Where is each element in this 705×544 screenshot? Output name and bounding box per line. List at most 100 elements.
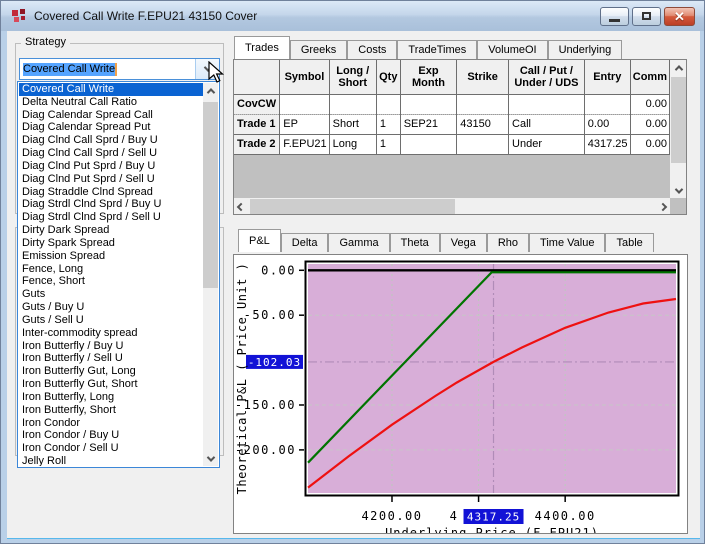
- strategy-option[interactable]: Diag Clnd Call Sprd / Buy U: [19, 134, 203, 147]
- svg-text:-50.00: -50.00: [244, 308, 296, 322]
- text-caret: [115, 63, 117, 76]
- strategy-dropdown-list[interactable]: Covered Call WriteDelta Neutral Call Rat…: [17, 81, 220, 468]
- grid-cell[interactable]: 1: [376, 134, 400, 154]
- tab-trades[interactable]: Trades: [234, 36, 290, 59]
- scroll-down-button[interactable]: [203, 451, 218, 466]
- grid-vscrollbar[interactable]: [670, 60, 687, 198]
- strategy-option[interactable]: Iron Butterfly Gut, Short: [19, 378, 203, 391]
- strategy-option[interactable]: Iron Condor / Buy U: [19, 429, 203, 442]
- app-window: Covered Call Write F.EPU21 43150 Cover ✕…: [0, 0, 705, 544]
- grid-scroll-up-button[interactable]: [670, 60, 687, 75]
- grid-cell[interactable]: [400, 134, 457, 154]
- trades-tabs: TradesGreeksCostsTradeTimesVolumeOIUnder…: [234, 36, 622, 59]
- tab-delta[interactable]: Delta: [281, 233, 329, 252]
- strategy-option[interactable]: Diag Calendar Spread Call: [19, 109, 203, 122]
- strategy-option[interactable]: Guts / Sell U: [19, 314, 203, 327]
- strategy-combobox[interactable]: Covered Call Write: [19, 58, 220, 80]
- strategy-option[interactable]: Dirty Spark Spread: [19, 237, 203, 250]
- strategy-option[interactable]: Diag Strdl Clnd Sprd / Buy U: [19, 198, 203, 211]
- grid-header-cell: Call / Put / Under / UDS: [509, 60, 585, 94]
- chevron-left-icon: [237, 203, 245, 211]
- strategy-option[interactable]: Iron Butterfly / Sell U: [19, 352, 203, 365]
- chevron-down-icon: [675, 185, 683, 193]
- strategy-option[interactable]: Diag Straddle Clnd Spread: [19, 186, 203, 199]
- grid-cell[interactable]: [280, 94, 329, 114]
- strategy-option[interactable]: Iron Condor / Sell U: [19, 442, 203, 455]
- grid-header-cell: Comm: [630, 60, 669, 94]
- tab-vega[interactable]: Vega: [440, 233, 487, 252]
- grid-cell[interactable]: SEP21: [400, 114, 457, 134]
- grid-cell[interactable]: [584, 94, 630, 114]
- chevron-right-icon: [659, 203, 667, 211]
- grid-cell[interactable]: F.EPU21: [280, 134, 329, 154]
- titlebar[interactable]: Covered Call Write F.EPU21 43150 Cover ✕: [1, 1, 704, 31]
- grid-cell[interactable]: [509, 94, 585, 114]
- tab-theta[interactable]: Theta: [390, 233, 440, 252]
- grid-cell[interactable]: 43150: [457, 114, 509, 134]
- close-button[interactable]: ✕: [664, 7, 695, 26]
- grid-cell[interactable]: 0.00: [630, 94, 669, 114]
- grid-cell[interactable]: [376, 94, 400, 114]
- strategy-option[interactable]: Iron Butterfly, Short: [19, 404, 203, 417]
- strategy-option[interactable]: Diag Clnd Put Sprd / Buy U: [19, 160, 203, 173]
- tab-costs[interactable]: Costs: [347, 40, 397, 59]
- strategy-option[interactable]: Guts / Buy U: [19, 301, 203, 314]
- strategy-option[interactable]: Dirty Dark Spread: [19, 224, 203, 237]
- grid-cell[interactable]: [457, 134, 509, 154]
- strategy-option[interactable]: Guts: [19, 288, 203, 301]
- tab-underlying[interactable]: Underlying: [548, 40, 623, 59]
- strategy-option[interactable]: Diag Clnd Call Sprd / Sell U: [19, 147, 203, 160]
- grid-cell[interactable]: [329, 94, 376, 114]
- strategy-option[interactable]: Covered Call Write: [19, 83, 203, 96]
- tab-volumeoi[interactable]: VolumeOI: [477, 40, 547, 59]
- strategy-option[interactable]: Fence, Long: [19, 263, 203, 276]
- grid-cell[interactable]: [400, 94, 457, 114]
- strategy-option[interactable]: Inter-commodity spread: [19, 327, 203, 340]
- strategy-option[interactable]: Diag Strdl Clnd Sprd / Sell U: [19, 211, 203, 224]
- tab-rho[interactable]: Rho: [487, 233, 529, 252]
- window-controls: ✕: [600, 7, 695, 26]
- grid-cell[interactable]: 4317.25: [584, 134, 630, 154]
- grid-cell[interactable]: 1: [376, 114, 400, 134]
- grid-hscrollbar-thumb[interactable]: [250, 199, 455, 215]
- grid-hscrollbar[interactable]: [234, 198, 670, 215]
- tab-p-l[interactable]: P&L: [238, 229, 281, 252]
- trades-grid-clip: SymbolLong / ShortQtyExp MonthStrikeCall…: [234, 60, 670, 198]
- strategy-option[interactable]: Fence, Short: [19, 275, 203, 288]
- tab-greeks[interactable]: Greeks: [290, 40, 347, 59]
- grid-cell[interactable]: Short: [329, 114, 376, 134]
- list-scrollbar-thumb[interactable]: [203, 102, 218, 288]
- tab-time-value[interactable]: Time Value: [529, 233, 605, 252]
- chart-tabs: P&LDeltaGammaThetaVegaRhoTime ValueTable: [238, 229, 654, 252]
- strategy-option[interactable]: Iron Condor: [19, 417, 203, 430]
- scroll-up-button[interactable]: [203, 83, 218, 98]
- strategy-option[interactable]: Emission Spread: [19, 250, 203, 263]
- tab-table[interactable]: Table: [605, 233, 653, 252]
- maximize-button[interactable]: [632, 7, 661, 26]
- grid-vscrollbar-thumb[interactable]: [671, 77, 687, 163]
- strategy-option[interactable]: Jelly Roll: [19, 455, 203, 466]
- strategy-option[interactable]: Delta Neutral Call Ratio: [19, 96, 203, 109]
- grid-cell[interactable]: EP: [280, 114, 329, 134]
- grid-cell[interactable]: 0.00: [584, 114, 630, 134]
- tab-gamma[interactable]: Gamma: [328, 233, 389, 252]
- strategy-option[interactable]: Iron Butterfly / Buy U: [19, 340, 203, 353]
- grid-scroll-down-button[interactable]: [670, 183, 687, 198]
- grid-scroll-left-button[interactable]: [234, 198, 248, 215]
- grid-scroll-right-button[interactable]: [656, 198, 670, 215]
- grid-cell[interactable]: Long: [329, 134, 376, 154]
- strategy-option[interactable]: Diag Calendar Spread Put: [19, 121, 203, 134]
- strategy-option[interactable]: Diag Clnd Put Sprd / Sell U: [19, 173, 203, 186]
- strategy-option[interactable]: Iron Butterfly, Long: [19, 391, 203, 404]
- minimize-button[interactable]: [600, 7, 629, 26]
- list-scrollbar[interactable]: [203, 83, 218, 466]
- svg-text:Underlying Price (F.EPU21): Underlying Price (F.EPU21): [385, 526, 599, 533]
- grid-cell[interactable]: 0.00: [630, 134, 669, 154]
- grid-cell[interactable]: Under: [509, 134, 585, 154]
- grid-cell[interactable]: [457, 94, 509, 114]
- strategy-option[interactable]: Iron Butterfly Gut, Long: [19, 365, 203, 378]
- grid-cell[interactable]: 0.00: [630, 114, 669, 134]
- grid-cell[interactable]: Call: [509, 114, 585, 134]
- tab-tradetimes[interactable]: TradeTimes: [397, 40, 477, 59]
- pnl-chart[interactable]: 0.00-50.00-150.00-200.004200.0044400.00-…: [234, 255, 687, 533]
